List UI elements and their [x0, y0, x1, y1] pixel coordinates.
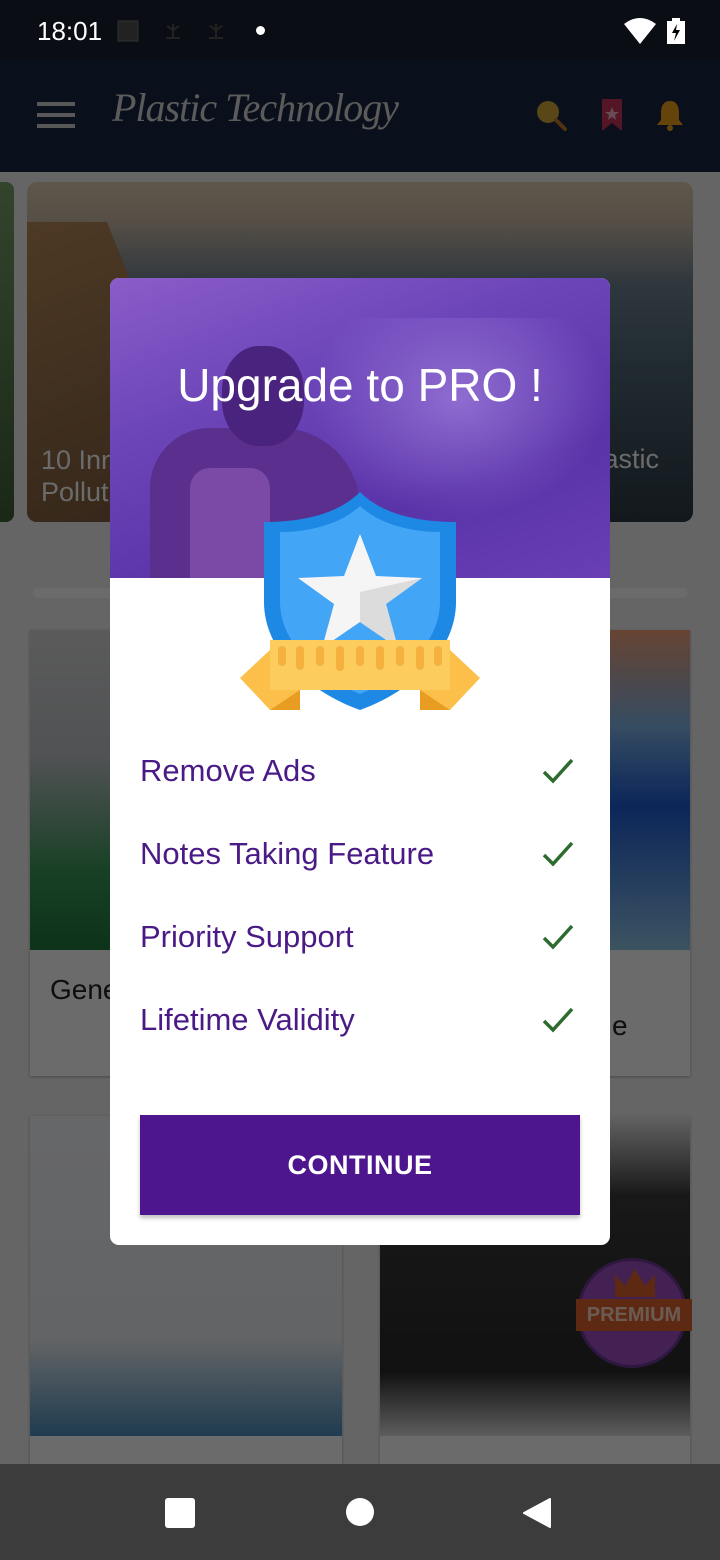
- system-nav-bar: [0, 1464, 720, 1560]
- feature-label: Lifetime Validity: [140, 1001, 355, 1037]
- recents-button[interactable]: [164, 1497, 196, 1529]
- feature-item: Priority Support: [140, 914, 580, 997]
- feature-label: Priority Support: [140, 918, 354, 954]
- check-icon: [542, 1007, 574, 1033]
- gallery-notification-icon: [117, 20, 139, 42]
- wifi-icon: [624, 18, 656, 44]
- feature-item: Notes Taking Feature: [140, 831, 580, 914]
- upgrade-dialog: Upgrade to PRO ! Remove Ads Notes Taking…: [110, 278, 610, 1245]
- feature-item: Lifetime Validity: [140, 997, 580, 1080]
- feature-list: Remove Ads Notes Taking Feature Priority…: [140, 748, 580, 1080]
- back-button[interactable]: [522, 1497, 552, 1529]
- plant-notification-icon: [209, 24, 223, 39]
- feature-item: Remove Ads: [140, 748, 580, 831]
- plant-notification-icon: [166, 24, 180, 39]
- status-time: 18:01: [37, 16, 103, 46]
- battery-charging-icon: [667, 18, 685, 44]
- check-icon: [542, 758, 574, 784]
- notification-dot-icon: [256, 26, 265, 35]
- check-icon: [542, 841, 574, 867]
- continue-button[interactable]: CONTINUE: [140, 1115, 580, 1215]
- pro-shield-badge-icon: [240, 492, 480, 710]
- feature-label: Remove Ads: [140, 752, 316, 788]
- check-icon: [542, 924, 574, 950]
- home-button[interactable]: [345, 1497, 375, 1527]
- dialog-title: Upgrade to PRO !: [177, 359, 543, 411]
- screen: 10 Inn Pollut astic Gene e PREMIUM Plast…: [0, 0, 720, 1560]
- feature-label: Notes Taking Feature: [140, 835, 435, 871]
- status-bar: 18:01: [0, 0, 720, 60]
